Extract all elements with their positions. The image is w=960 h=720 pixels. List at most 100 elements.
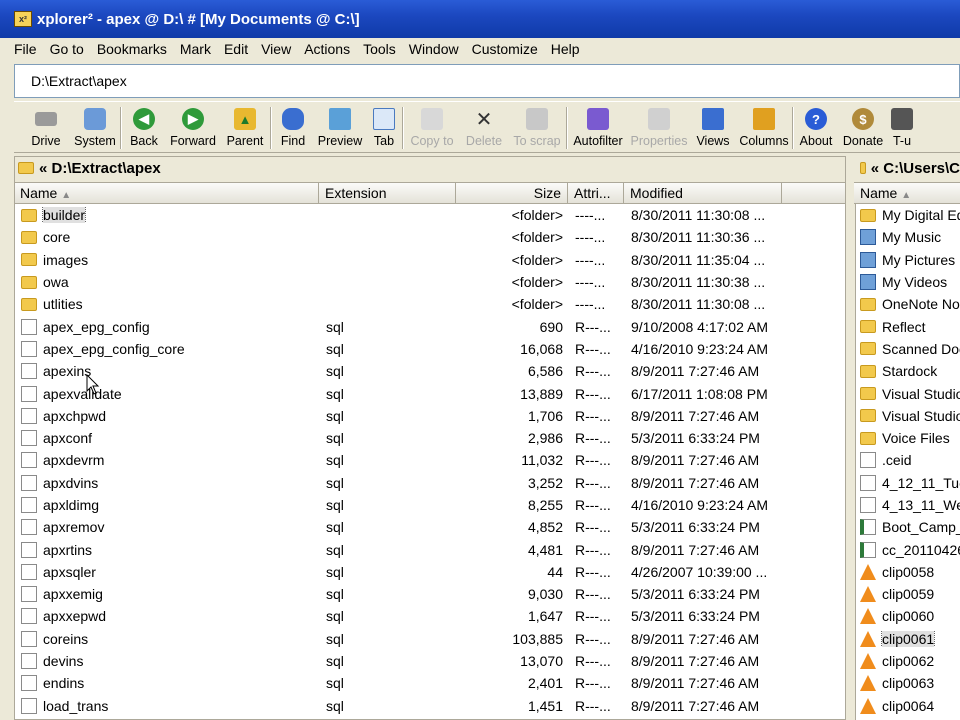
donate-button[interactable]: $ Donate (838, 102, 888, 152)
title-bar[interactable]: x² xplorer² - apex @ D:\ # [My Documents… (0, 0, 960, 38)
file-row[interactable]: images <folder> ----... 8/30/2011 11:35:04 … (15, 249, 845, 271)
column-size-header[interactable]: Size (456, 183, 568, 203)
menu-go-to[interactable]: Go to (50, 41, 84, 57)
file-row[interactable]: My Pictures (856, 249, 960, 271)
forward-button[interactable]: ▶ Forward (166, 102, 220, 152)
file-row[interactable]: clip0060 (856, 605, 960, 627)
to-scrap-button[interactable]: To scrap (508, 102, 566, 152)
file-row[interactable]: Boot_Camp_E (856, 516, 960, 538)
menu-bookmarks[interactable]: Bookmarks (97, 41, 167, 57)
pane-splitter[interactable] (846, 156, 854, 720)
file-row[interactable]: clip0058 (856, 561, 960, 583)
left-file-list[interactable]: builder <folder> ----... 8/30/2011 11:30:08… (15, 204, 845, 720)
system-button[interactable]: System (70, 102, 120, 152)
file-row[interactable]: Voice Files (856, 427, 960, 449)
file-row[interactable]: My Digital Edi (856, 204, 960, 226)
file-row[interactable]: apxsqler sql 44 R---... 4/26/2007 10:39:00 .… (15, 561, 845, 583)
find-button[interactable]: Find (272, 102, 314, 152)
file-row[interactable]: apxxepwd sql 1,647 R---... 5/3/2011 6:33:24 … (15, 605, 845, 627)
column-name-header[interactable]: Name ▲ (14, 183, 319, 203)
file-row[interactable]: clip0063 (856, 672, 960, 694)
file-size-cell: 4,481 (527, 541, 563, 558)
file-row[interactable]: My Music (856, 226, 960, 248)
tab-button[interactable]: Tab (366, 102, 402, 152)
file-row[interactable]: owa <folder> ----... 8/30/2011 11:30:38 ... (15, 271, 845, 293)
file-row[interactable]: clip0062 (856, 650, 960, 672)
drive-button[interactable]: Drive (22, 102, 70, 152)
right-pane-path[interactable]: « C:\Users\C (854, 156, 960, 180)
t-user-button[interactable]: T-u (888, 102, 916, 152)
file-row[interactable]: devins sql 13,070 R---... 8/9/2011 7:27:46 A… (15, 650, 845, 672)
menu-window[interactable]: Window (409, 41, 459, 57)
menu-customize[interactable]: Customize (472, 41, 538, 57)
file-row[interactable]: clip0061 (856, 628, 960, 650)
file-row[interactable]: OneNote Not (856, 293, 960, 315)
file-row[interactable]: apex_epg_config_core sql 16,068 R---... 4/16… (15, 338, 845, 360)
menu-edit[interactable]: Edit (224, 41, 248, 57)
properties-button[interactable]: Properties (628, 102, 690, 152)
column-extension-header[interactable]: Extension (319, 183, 456, 203)
file-row[interactable]: apexins sql 6,586 R---... 8/9/2011 7:27:46 A… (15, 360, 845, 382)
menu-mark[interactable]: Mark (180, 41, 211, 57)
file-row[interactable]: Stardock (856, 360, 960, 382)
views-button[interactable]: Views (690, 102, 736, 152)
file-row[interactable]: Reflect (856, 315, 960, 337)
file-row[interactable]: My Videos (856, 271, 960, 293)
right-file-list[interactable]: My Digital Edi My Music My Pictures My Vide… (855, 204, 960, 720)
left-pane-path-label: « D:\Extract\apex (39, 159, 161, 177)
file-row[interactable]: apexvalidate sql 13,889 R---... 6/17/2011 1:… (15, 382, 845, 404)
file-extension-cell: sql (326, 430, 344, 447)
left-pane-path[interactable]: « D:\Extract\apex (14, 156, 846, 180)
file-row[interactable]: 4_12_11_Tue (856, 472, 960, 494)
file-row[interactable]: apxdvins sql 3,252 R---... 8/9/2011 7:27:46 … (15, 472, 845, 494)
menu-view[interactable]: View (261, 41, 291, 57)
delete-button[interactable]: ✕ Delete (460, 102, 508, 152)
file-row[interactable]: clip0059 (856, 583, 960, 605)
file-row[interactable]: apxldimg sql 8,255 R---... 4/16/2010 9:23:24… (15, 494, 845, 516)
menu-bar: File Go to Bookmarks Mark Edit View Acti… (0, 38, 960, 60)
file-row[interactable]: utlities <folder> ----... 8/30/2011 11:30:0… (15, 293, 845, 315)
file-icon (21, 541, 37, 558)
copy-to-button[interactable]: Copy to (404, 102, 460, 152)
file-row[interactable]: Visual Studio (856, 382, 960, 404)
file-row[interactable]: cc_20110426 (856, 538, 960, 560)
file-row[interactable]: load_trans sql 1,451 R---... 8/9/2011 7:27:4… (15, 695, 845, 717)
columns-button[interactable]: Columns (736, 102, 792, 152)
file-icon (860, 474, 876, 491)
file-row[interactable]: Scanned Doc (856, 338, 960, 360)
autofilter-button[interactable]: Autofilter (568, 102, 628, 152)
file-row[interactable]: .ceid (856, 449, 960, 471)
file-row[interactable]: core <folder> ----... 8/30/2011 11:30:36 ..… (15, 226, 845, 248)
file-row[interactable]: Visual Studio (856, 405, 960, 427)
file-row[interactable]: apex_epg_config sql 690 R---... 9/10/2008 4:… (15, 315, 845, 337)
preview-button[interactable]: Preview (314, 102, 366, 152)
column-attributes-header[interactable]: Attri... (568, 183, 624, 203)
back-button[interactable]: ◀ Back (122, 102, 166, 152)
address-input[interactable]: D:\Extract\apex (31, 73, 127, 89)
folder-icon (21, 253, 37, 267)
address-bar[interactable]: D:\Extract\apex (14, 64, 960, 98)
parent-button[interactable]: ▲ Parent (220, 102, 270, 152)
file-row[interactable]: apxxemig sql 9,030 R---... 5/3/2011 6:33:24 … (15, 583, 845, 605)
file-row[interactable]: builder <folder> ----... 8/30/2011 11:30:08… (15, 204, 845, 226)
file-row[interactable]: endins sql 2,401 R---... 8/9/2011 7:27:46 AM (15, 672, 845, 694)
menu-file[interactable]: File (14, 41, 37, 57)
menu-tools[interactable]: Tools (363, 41, 396, 57)
right-column-name-header[interactable]: Name ▲ (854, 183, 960, 203)
file-icon (21, 407, 37, 424)
column-modified-header[interactable]: Modified (624, 183, 782, 203)
file-row[interactable]: 4_13_11_We (856, 494, 960, 516)
file-row[interactable]: apxdevrm sql 11,032 R---... 8/9/2011 7:27:46… (15, 449, 845, 471)
menu-help[interactable]: Help (551, 41, 580, 57)
file-row[interactable]: apxrtins sql 4,481 R---... 8/9/2011 7:27:46 … (15, 538, 845, 560)
file-row[interactable]: coreins sql 103,885 R---... 8/9/2011 7:27:46… (15, 628, 845, 650)
file-row[interactable]: apxremov sql 4,852 R---... 5/3/2011 6:33:24 … (15, 516, 845, 538)
document-icon (860, 541, 876, 558)
file-name-cell: Visual Studio (856, 386, 960, 402)
file-row[interactable]: apxchpwd sql 1,706 R---... 8/9/2011 7:27:46 … (15, 405, 845, 427)
about-button[interactable]: ? About (794, 102, 838, 152)
file-row[interactable]: apxconf sql 2,986 R---... 5/3/2011 6:33:24 P… (15, 427, 845, 449)
file-row[interactable]: clip0064 (856, 695, 960, 717)
menu-actions[interactable]: Actions (304, 41, 350, 57)
file-modified-cell: 8/9/2011 7:27:46 AM (631, 363, 760, 380)
